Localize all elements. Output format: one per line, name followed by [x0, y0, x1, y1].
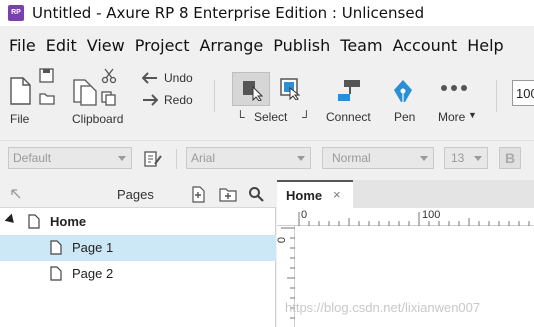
search-icon[interactable] [248, 186, 264, 202]
menu-view[interactable]: View [82, 36, 130, 55]
page-icon [50, 266, 62, 281]
style-value: Default [13, 151, 52, 165]
menu-edit[interactable]: Edit [41, 36, 82, 55]
collapse-panel-icon[interactable] [10, 188, 22, 200]
select-bracket-left: └ [236, 110, 245, 124]
menu-project[interactable]: Project [130, 36, 195, 55]
horizontal-ruler: 0 100 [277, 208, 534, 226]
font-weight-dropdown[interactable]: Normal [322, 147, 434, 169]
bold-button[interactable]: B [499, 147, 521, 169]
undo-arrow-icon [142, 72, 157, 84]
paste-icon[interactable] [72, 76, 98, 106]
connect-button[interactable]: Connect [322, 62, 378, 128]
toolbar-separator [214, 80, 215, 112]
tree-item-home[interactable]: Home [0, 209, 276, 235]
watermark-text: https://blog.csdn.net/lixianwen007 [285, 300, 481, 315]
expand-triangle-icon[interactable] [4, 213, 18, 227]
cut-icon[interactable] [100, 68, 118, 84]
axure-app-icon: RP [8, 5, 24, 21]
font-size-value: 13 [451, 151, 465, 165]
pen-icon [394, 80, 412, 102]
open-folder-icon[interactable] [38, 90, 56, 106]
select-label: Select [254, 110, 288, 124]
save-icon[interactable] [38, 68, 56, 84]
redo-label: Redo [164, 93, 193, 107]
main-toolbar: File Clipboard Undo Redo └ Select ┘ Conn… [0, 62, 534, 128]
clipboard-label: Clipboard [72, 112, 124, 126]
tree-item-page-2[interactable]: Page 2 [0, 261, 276, 287]
horizontal-ruler-ticks [298, 212, 530, 226]
undo-redo-group: Undo Redo [140, 62, 210, 128]
copy-icon[interactable] [100, 90, 118, 106]
ruler-label: 100 [422, 209, 441, 221]
pages-header: Pages [0, 180, 276, 208]
tree-item-label: Page 2 [72, 266, 114, 281]
tab-home[interactable]: Home × [277, 180, 353, 208]
select-bracket-right: ┘ [302, 110, 311, 124]
connect-icon [338, 80, 360, 101]
format-painter-icon[interactable] [143, 150, 163, 168]
pages-title: Pages [117, 187, 154, 202]
tree-item-page-1[interactable]: Page 1 [0, 235, 276, 261]
connect-label: Connect [326, 110, 371, 124]
menu-team[interactable]: Team [335, 36, 387, 55]
style-dropdown[interactable]: Default [8, 147, 132, 169]
select-contained-icon [280, 78, 301, 101]
chevron-down-icon [474, 156, 482, 161]
page-icon [50, 240, 62, 255]
more-label: More [438, 110, 466, 124]
ruler-label: 0 [276, 236, 289, 244]
tree-item-label: Page 1 [72, 240, 114, 255]
menu-arrange[interactable]: Arrange [194, 36, 268, 55]
tree-item-label: Home [50, 214, 87, 229]
chevron-down-icon [297, 156, 305, 161]
chevron-down-icon [118, 156, 126, 161]
menu-file[interactable]: File [4, 36, 41, 55]
title-bar: RP Untitled - Axure RP 8 Enterprise Edit… [0, 0, 534, 26]
page-icon [28, 214, 40, 229]
file-label: File [10, 112, 30, 126]
format-toolbar: Default Arial Normal 13 B [0, 140, 534, 174]
toolbar-separator-2 [496, 80, 497, 112]
zoom-value: 100 [516, 86, 534, 101]
font-family-value: Arial [191, 151, 216, 165]
clipboard-group: Clipboard [66, 62, 136, 128]
font-size-dropdown[interactable]: 13 [444, 147, 488, 169]
redo-arrow-icon [143, 94, 158, 106]
add-folder-icon[interactable] [218, 186, 238, 203]
undo-button[interactable]: Undo [142, 70, 202, 88]
more-button[interactable]: More ▼ [432, 62, 482, 128]
ruler-label: 0 [301, 209, 308, 221]
select-group: └ Select ┘ [228, 62, 320, 128]
menu-help[interactable]: Help [462, 36, 508, 55]
chevron-down-icon [420, 156, 428, 161]
pen-button[interactable]: Pen [384, 62, 424, 128]
font-family-dropdown[interactable]: Arial [186, 147, 311, 169]
menu-publish[interactable]: Publish [268, 36, 335, 55]
select-intersected-icon [243, 81, 263, 101]
format-separator [176, 149, 177, 169]
add-page-icon[interactable] [190, 186, 208, 203]
file-button[interactable]: File [0, 62, 66, 128]
select-intersected-button[interactable] [232, 72, 270, 106]
redo-button[interactable]: Redo [142, 92, 202, 110]
new-file-icon [10, 77, 31, 105]
close-icon[interactable]: × [333, 187, 341, 202]
menu-bar: File Edit View Project Arrange Publish T… [0, 30, 534, 60]
menu-account[interactable]: Account [388, 36, 463, 55]
tab-label: Home [286, 188, 323, 203]
more-dropdown-arrow-icon: ▼ [468, 110, 477, 120]
pen-label: Pen [394, 110, 416, 124]
select-contained-button[interactable] [278, 76, 304, 102]
undo-label: Undo [164, 71, 193, 85]
ellipsis-icon [441, 85, 467, 91]
zoom-field[interactable]: 100 [512, 80, 534, 106]
font-weight-value: Normal [332, 151, 371, 165]
window-title: Untitled - Axure RP 8 Enterprise Edition… [32, 4, 425, 22]
pages-panel: Pages Home Page 1 Page 2 [0, 180, 276, 327]
